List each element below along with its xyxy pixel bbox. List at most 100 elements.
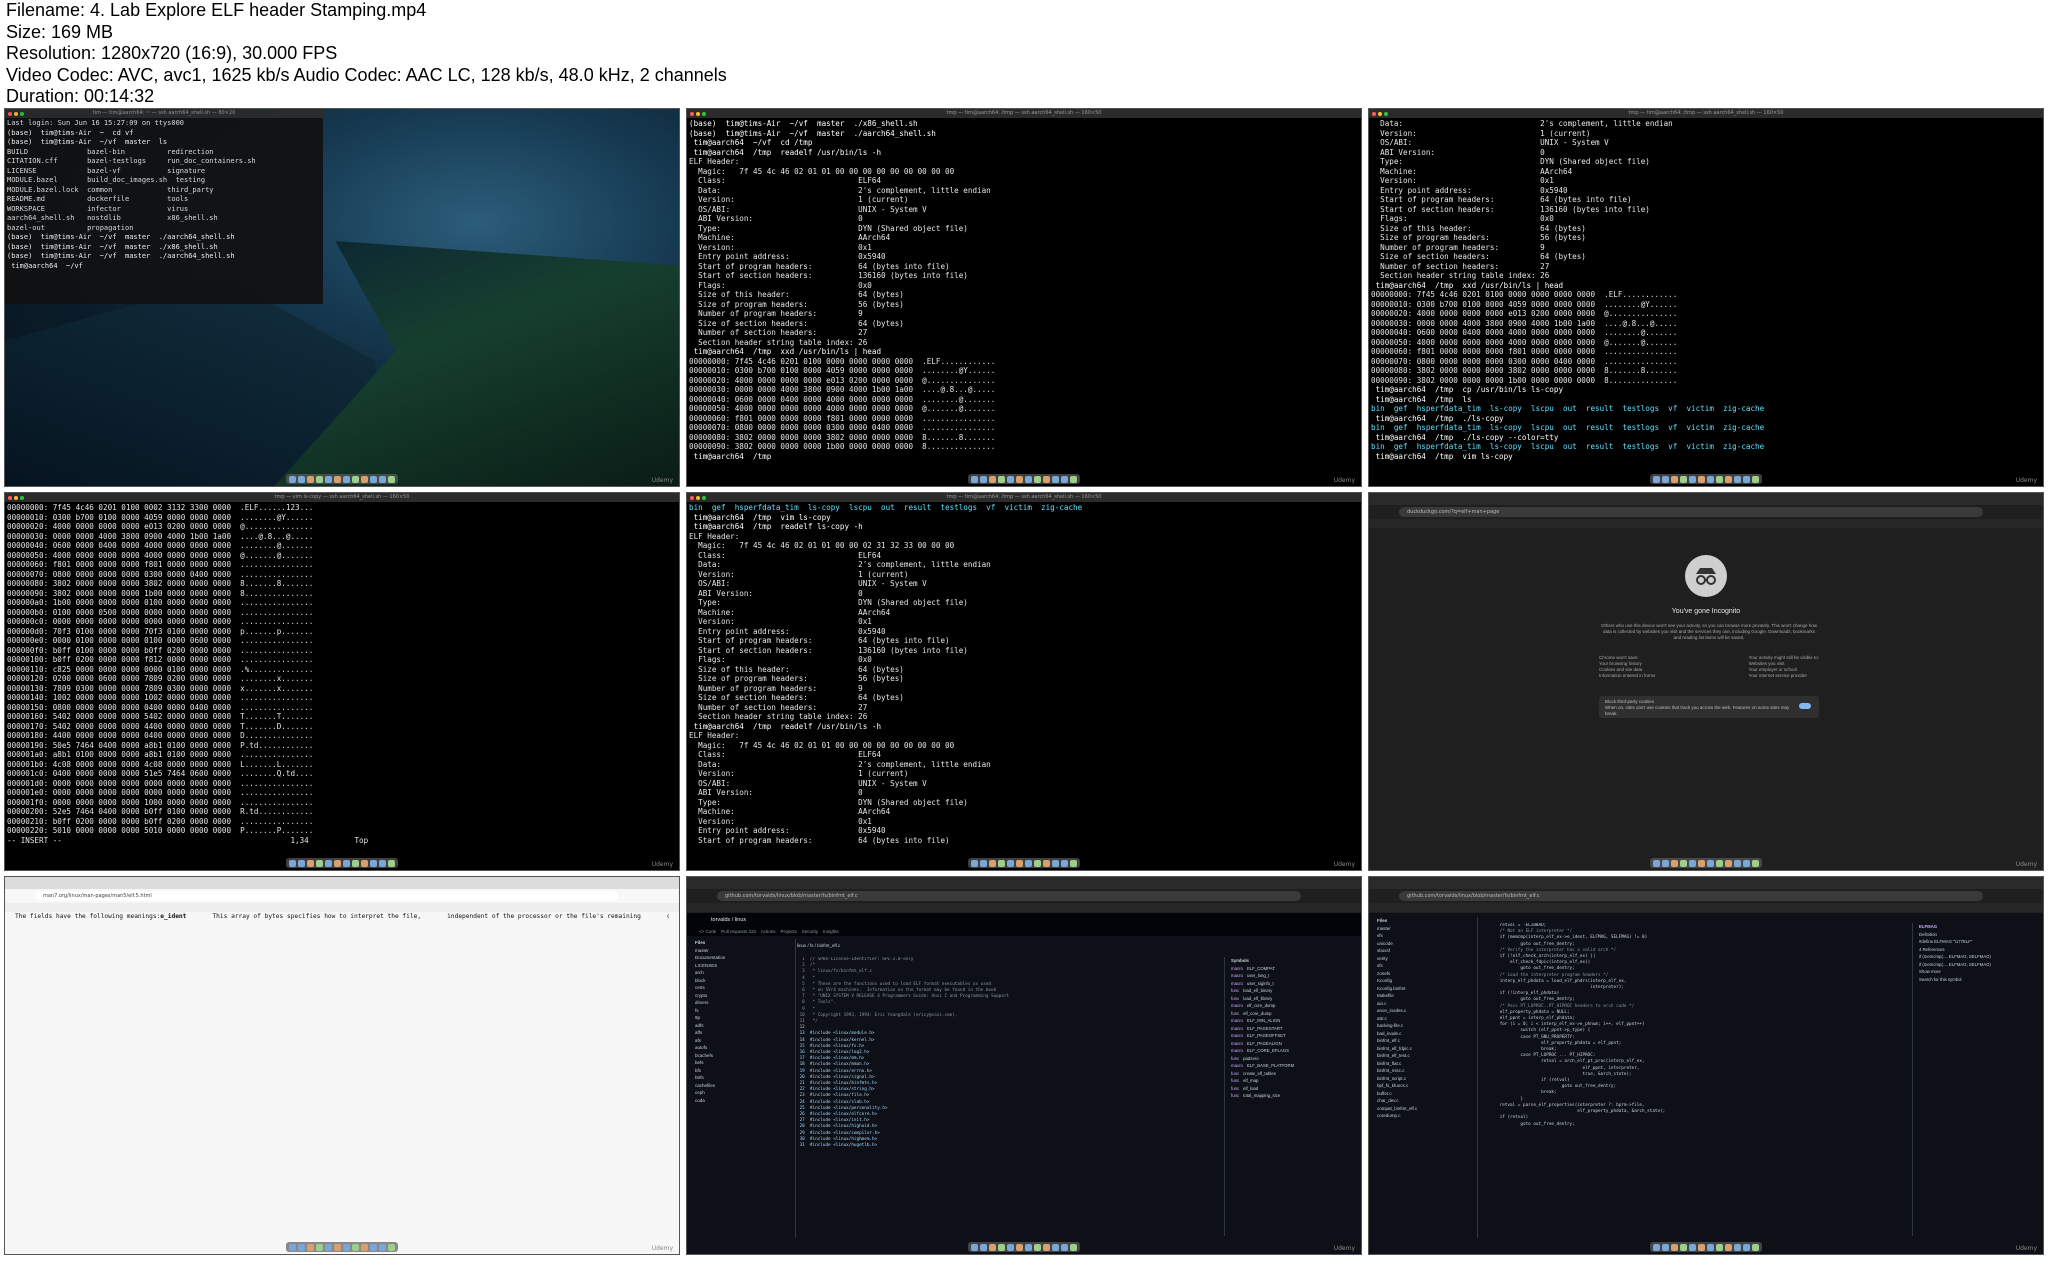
file-tree-item[interactable]: compat_binfmt_elf.c (1377, 1105, 1477, 1113)
symbols-panel[interactable]: Symbols macro ELF_COMPAT macro user_long_t ma… (1224, 957, 1351, 1236)
symbol-item[interactable]: macro ELF_PAGEALIGN (1231, 1040, 1351, 1048)
reference-item[interactable]: #define ELFMAG "\177ELF" (1919, 938, 2039, 946)
dock[interactable] (286, 474, 398, 484)
file-tree-item[interactable]: bpf_fs_kfuncs.c (1377, 1082, 1477, 1090)
reference-item[interactable]: Search for this symbol (1919, 976, 2039, 984)
file-tree-item[interactable]: bcachefs (695, 1052, 795, 1060)
file-tree-item[interactable]: anon_inodes.c (1377, 1007, 1477, 1015)
symbol-item[interactable]: func load_elf_binary (1231, 987, 1351, 995)
symbol-item[interactable]: func load_elf_library (1231, 995, 1351, 1003)
dock[interactable] (286, 1242, 398, 1252)
thumbnail-6[interactable]: duckduckgo.com/?q=elf+man+page You've go… (1368, 492, 2044, 871)
file-tree-item[interactable]: binfmt_elf_test.c (1377, 1052, 1477, 1060)
file-tree-item[interactable]: binfmt_elf.c (1377, 1037, 1477, 1045)
dock[interactable] (1650, 858, 1762, 868)
thumbnail-7[interactable]: man7.org/linux/man-pages/man5/elf.5.html… (4, 876, 680, 1255)
reference-item[interactable]: if (memcmp(..., ELFMAG, SELFMAG) (1919, 953, 2039, 961)
symbol-item[interactable]: macro elf_core_dump (1231, 1002, 1351, 1010)
file-tree-item[interactable]: backing-file.c (1377, 1022, 1477, 1030)
symbol-item[interactable]: func elf_load (1231, 1085, 1351, 1093)
repo-header[interactable]: torvalds / linux (687, 913, 1361, 927)
thumbnail-2[interactable]: tmp — tim@aarch64: /tmp — ssh aarch64_sh… (686, 108, 1362, 487)
file-tree-item[interactable]: coredump.c (1377, 1112, 1477, 1120)
file-tree-item[interactable]: block (695, 977, 795, 985)
browser-tabs[interactable] (1369, 493, 2043, 505)
file-tree-item[interactable]: bfs (695, 1067, 795, 1075)
file-tree-item[interactable]: binfmt_script.c (1377, 1075, 1477, 1083)
file-tree-item[interactable]: afs (695, 1037, 795, 1045)
file-tree-item[interactable]: certs (695, 984, 795, 992)
browser-tabs[interactable] (5, 877, 679, 889)
bookmarks-bar[interactable] (687, 903, 1361, 912)
file-tree-item[interactable]: adfs (695, 1022, 795, 1030)
symbol-item[interactable]: macro ELF_COMPAT (1231, 965, 1351, 973)
symbol-item[interactable]: func padzero (1231, 1055, 1351, 1063)
file-tree-item[interactable]: arch (695, 969, 795, 977)
file-tree-item[interactable]: bad_inode.c (1377, 1030, 1477, 1038)
dock[interactable] (286, 858, 398, 868)
file-tree-item[interactable]: crypto (695, 992, 795, 1000)
file-tree-item[interactable]: unicode (1377, 940, 1477, 948)
symbol-item[interactable]: macro ELF_MIN_ALIGN (1231, 1017, 1351, 1025)
symbol-item[interactable]: func elf_map (1231, 1077, 1351, 1085)
file-tree-item[interactable]: Documentation (695, 954, 795, 962)
file-tree-item[interactable]: binfmt_flat.c (1377, 1060, 1477, 1068)
file-tree-item[interactable]: drivers (695, 999, 795, 1007)
dock[interactable] (968, 858, 1080, 868)
address-bar[interactable]: github.com/torvalds/linux/blob/master/fs… (717, 891, 1301, 901)
file-tree-item[interactable]: char_dev.c (1377, 1097, 1477, 1105)
branch-selector[interactable]: master (1377, 925, 1477, 933)
file-tree-item[interactable]: btrfs (695, 1074, 795, 1082)
branch-selector[interactable]: master (695, 947, 795, 955)
symbol-item[interactable]: macro user_siginfo_t (1231, 980, 1351, 988)
file-tree-item[interactable]: aio.c (1377, 1000, 1477, 1008)
symbol-item[interactable]: macro ELF_CORE_EFLAGS (1231, 1047, 1351, 1055)
thumbnail-1[interactable]: tim — tim@aarch64: ~ — ssh aarch64_shell… (4, 108, 680, 487)
file-tree-item[interactable]: vfs (1377, 932, 1477, 940)
references-panel[interactable]: ELFMAG Definition #define ELFMAG "\177ELF"… (1912, 923, 2039, 1236)
thumbnail-4[interactable]: tmp — vim ls-copy — ssh aarch64_shell.sh… (4, 492, 680, 871)
reference-item[interactable]: Definition (1919, 931, 2039, 939)
file-tree-item[interactable]: 9p (695, 1014, 795, 1022)
file-tree-item[interactable]: Kconfig.binfmt (1377, 985, 1477, 993)
bookmarks-bar[interactable] (5, 903, 679, 912)
thumbnail-5[interactable]: tmp — tim@aarch64: /tmp — ssh aarch64_sh… (686, 492, 1362, 871)
reference-item[interactable]: if (memcmp(..., ELFMAG, SELFMAG) (1919, 961, 2039, 969)
symbol-item[interactable]: macro ELF_PAGESTART (1231, 1025, 1351, 1033)
file-tree-item[interactable]: ceph (695, 1089, 795, 1097)
symbol-item[interactable]: macro ELF_BASE_PLATFORM (1231, 1062, 1351, 1070)
file-tree[interactable]: Files master vfs unicode vboxsf verity xfs zone… (1373, 917, 1478, 1238)
file-tree-item[interactable]: fs (695, 1007, 795, 1015)
file-tree-item[interactable]: affs (695, 1029, 795, 1037)
file-tree-item[interactable]: Kconfig (1377, 977, 1477, 985)
file-tree-item[interactable]: attr.c (1377, 1015, 1477, 1023)
file-tree-item[interactable]: LICENSES (695, 962, 795, 970)
symbol-item[interactable]: macro ELF_PAGEOFFSET (1231, 1032, 1351, 1040)
symbol-item[interactable]: func total_mapping_size (1231, 1092, 1351, 1100)
file-tree-item[interactable]: cachefiles (695, 1082, 795, 1090)
repo-nav[interactable]: <> Code Pull requests 333 Actions Projec… (687, 927, 1361, 936)
file-tree-item[interactable]: vboxsf (1377, 947, 1477, 955)
symbol-item[interactable]: func elf_core_dump (1231, 1010, 1351, 1018)
browser-tabs[interactable] (687, 877, 1361, 889)
bookmarks-bar[interactable] (1369, 903, 2043, 912)
file-tree[interactable]: Files master Documentation LICENSES arch bloc… (691, 939, 796, 1238)
dock[interactable] (1650, 474, 1762, 484)
symbol-item[interactable]: macro user_long_t (1231, 972, 1351, 980)
file-tree-item[interactable]: Makefile (1377, 992, 1477, 1000)
reference-item[interactable]: Show more (1919, 968, 2039, 976)
thumbnail-3[interactable]: tmp — tim@aarch64: /tmp — ssh aarch64_sh… (1368, 108, 2044, 487)
file-tree-item[interactable]: verity (1377, 955, 1477, 963)
bookmarks-bar[interactable] (1369, 519, 2043, 528)
file-tree-item[interactable]: befs (695, 1059, 795, 1067)
cookie-toggle[interactable] (1799, 703, 1811, 709)
thumbnail-9[interactable]: github.com/torvalds/linux/blob/master/fs… (1368, 876, 2044, 1255)
file-tree-item[interactable]: autofs (695, 1044, 795, 1052)
file-tree-item[interactable]: buffer.c (1377, 1090, 1477, 1098)
thumbnail-8[interactable]: github.com/torvalds/linux/blob/master/fs… (686, 876, 1362, 1255)
file-tree-item[interactable]: binfmt_elf_fdpic.c (1377, 1045, 1477, 1053)
dock[interactable] (968, 474, 1080, 484)
dock[interactable] (968, 1242, 1080, 1252)
reference-item[interactable]: 4 References (1919, 946, 2039, 954)
browser-tabs[interactable] (1369, 877, 2043, 889)
